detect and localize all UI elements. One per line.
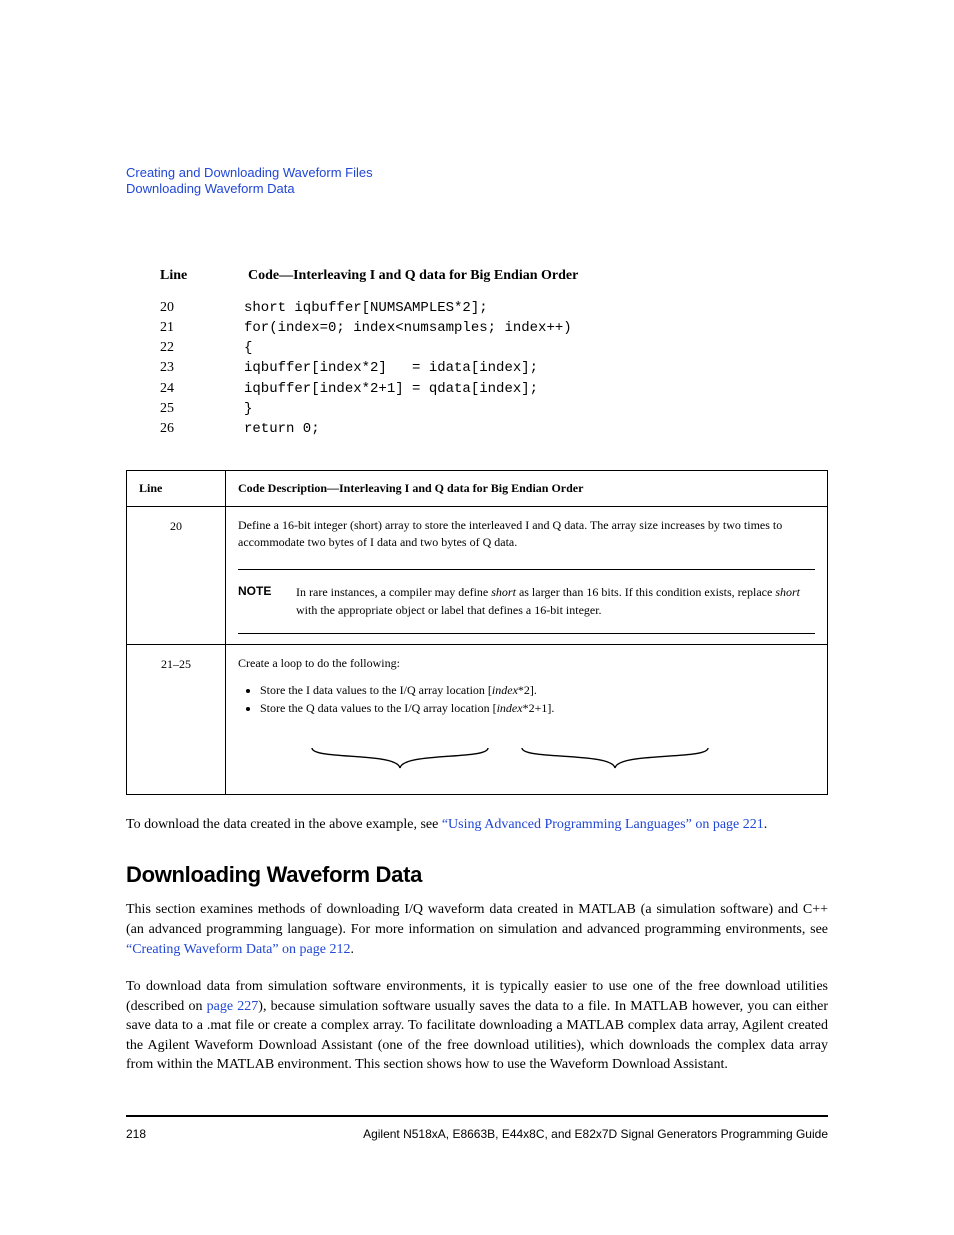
desc-lead: Create a loop to do the following:: [238, 655, 815, 672]
note-text: In rare instances, a compiler may define…: [296, 584, 815, 619]
table-head-line: Line: [127, 470, 226, 506]
note-box: NOTE In rare instances, a compiler may d…: [238, 569, 815, 634]
page-number: 218: [126, 1127, 146, 1141]
link-advanced-languages[interactable]: “Using Advanced Programming Languages” o…: [442, 817, 764, 832]
table-row-desc: Define a 16-bit integer (short) array to…: [226, 506, 828, 645]
code-line: 21for(index=0; index<numsamples; index++…: [160, 318, 828, 338]
code-description-table: Line Code Description—Interleaving I and…: [126, 470, 828, 795]
running-header-line2: Downloading Waveform Data: [126, 181, 828, 197]
code-listing-header: Line Code—Interleaving I and Q data for …: [160, 266, 828, 284]
code-line: 24iqbuffer[index*2+1] = qdata[index];: [160, 379, 828, 399]
code-header-line-label: Line: [160, 268, 244, 284]
paragraph: To download data from simulation softwar…: [126, 977, 828, 1075]
code-line: 25}: [160, 399, 828, 419]
code-line: 20short iqbuffer[NUMSAMPLES*2];: [160, 298, 828, 318]
running-header: Creating and Downloading Waveform Files …: [126, 165, 828, 198]
table-row: 21–25 Create a loop to do the following:…: [127, 645, 828, 795]
curly-braces-icon: [282, 746, 742, 774]
section-heading: Downloading Waveform Data: [126, 862, 828, 888]
page-footer: 218 Agilent N518xA, E8663B, E44x8C, and …: [126, 1127, 828, 1141]
list-item: Store the Q data values to the I/Q array…: [260, 699, 815, 718]
paragraph: This section examines methods of downloa…: [126, 900, 828, 959]
code-line: 22{: [160, 338, 828, 358]
desc-text: Define a 16-bit integer (short) array to…: [238, 517, 815, 552]
footer-rule: [126, 1115, 828, 1117]
table-row-desc: Create a loop to do the following: Store…: [226, 645, 828, 795]
code-line: 26return 0;: [160, 419, 828, 439]
running-header-line1: Creating and Downloading Waveform Files: [126, 165, 828, 181]
link-page-227[interactable]: page 227: [207, 999, 259, 1014]
code-header-title: Code—Interleaving I and Q data for Big E…: [248, 268, 578, 283]
paragraph: To download the data created in the abov…: [126, 815, 828, 835]
list-item: Store the I data values to the I/Q array…: [260, 681, 815, 700]
table-row: 20 Define a 16-bit integer (short) array…: [127, 506, 828, 645]
table-row-line: 20: [127, 506, 226, 645]
desc-bullets: Store the I data values to the I/Q array…: [238, 681, 815, 718]
brace-diagram: [238, 746, 815, 774]
footer-title: Agilent N518xA, E8663B, E44x8C, and E82x…: [363, 1127, 828, 1141]
note-label: NOTE: [238, 584, 296, 619]
table-row-line: 21–25: [127, 645, 226, 795]
link-creating-waveform-data[interactable]: “Creating Waveform Data” on page 212: [126, 942, 350, 957]
table-head-desc: Code Description—Interleaving I and Q da…: [226, 470, 828, 506]
code-line: 23iqbuffer[index*2] = idata[index];: [160, 358, 828, 378]
code-listing: 20short iqbuffer[NUMSAMPLES*2]; 21for(in…: [160, 298, 828, 440]
